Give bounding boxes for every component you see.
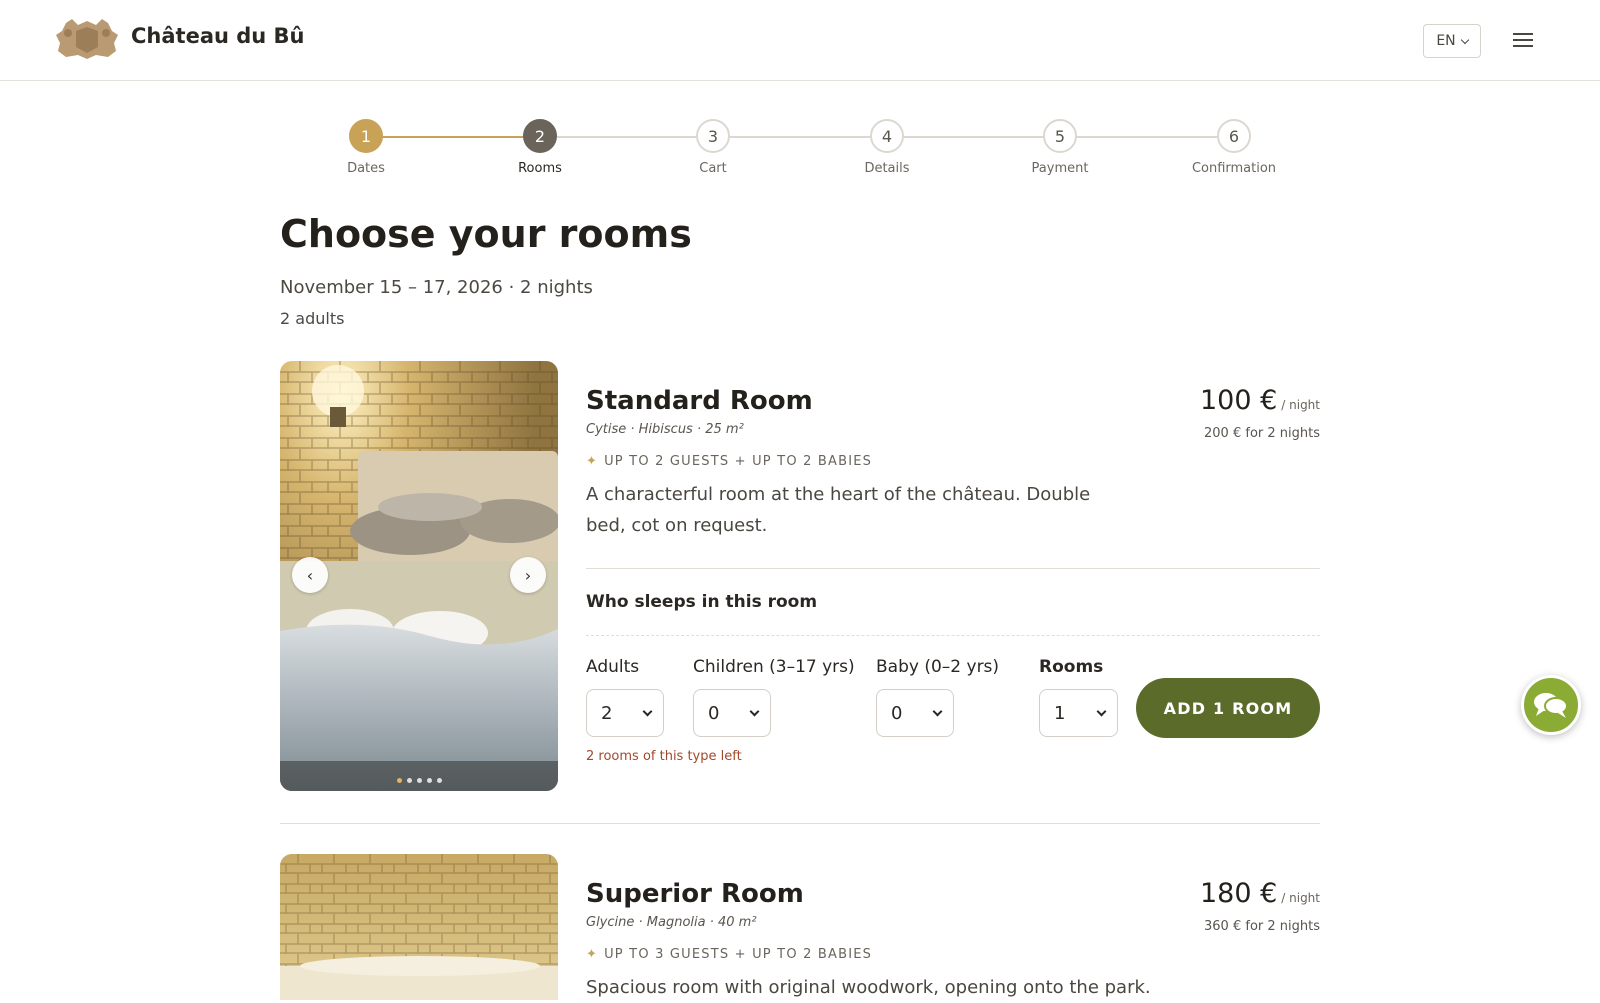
guest-count: 2 adults	[280, 309, 345, 328]
step-dates[interactable]: 1 Dates	[306, 119, 426, 176]
adults-select[interactable]: 2	[586, 689, 664, 737]
carousel-dot[interactable]	[416, 778, 422, 783]
booking-stepper: 1 Dates 2 Rooms 3 Cart 4 Details 5 Payme…	[280, 119, 1320, 179]
chevron-down-icon	[932, 706, 943, 716]
site-header: Château du Bû EN	[0, 0, 1600, 81]
adults-value: 2	[601, 702, 613, 724]
room-price: 100 € / night 200 € for 2 nights	[1200, 385, 1320, 441]
price-total: 360 € for 2 nights	[1204, 919, 1320, 934]
baby-label: Baby (0–2 yrs)	[876, 657, 1000, 677]
rooms-value: 1	[1054, 702, 1066, 724]
room-price: 180 € / night 360 € for 2 nights	[1200, 878, 1320, 934]
hamburger-menu-icon[interactable]	[1513, 33, 1533, 48]
children-value: 0	[708, 702, 720, 724]
chevron-down-icon	[1096, 706, 1107, 716]
step-cart: 3 Cart	[653, 119, 773, 176]
rooms-select[interactable]: 1	[1039, 689, 1118, 737]
chateau-crest-logo[interactable]	[52, 17, 122, 61]
room-photo-carousel[interactable]	[280, 854, 558, 1000]
carousel-dot[interactable]	[406, 778, 412, 783]
room-capacity: ✦ UP TO 3 GUESTS + UP TO 2 BABIES	[586, 947, 872, 962]
step-label: Payment	[1031, 161, 1089, 176]
carousel-dots	[280, 778, 558, 783]
page-title: Choose your rooms	[280, 212, 692, 256]
room-capacity: ✦ UP TO 2 GUESTS + UP TO 2 BABIES	[586, 454, 872, 469]
add-room-button[interactable]: ADD 1 ROOM	[1136, 678, 1320, 738]
chevron-right-icon[interactable]: ›	[510, 557, 546, 593]
room-subtitle: Cytise · Hibiscus · 25 m²	[586, 422, 744, 437]
divider	[586, 568, 1320, 569]
price-unit: / night	[1281, 398, 1320, 412]
price-unit: / night	[1281, 891, 1320, 905]
step-payment: 5 Payment	[1000, 119, 1120, 176]
chevron-left-icon[interactable]: ‹	[292, 557, 328, 593]
adults-label: Adults	[586, 657, 640, 677]
step-label: Cart	[699, 161, 727, 176]
room-name: Standard Room	[586, 386, 813, 416]
step-confirmation: 6 Confirmation	[1174, 119, 1294, 176]
children-select[interactable]: 0	[693, 689, 771, 737]
room-description: Spacious room with original woodwork, op…	[586, 977, 1151, 998]
room-photo-carousel[interactable]: ‹ ›	[280, 361, 558, 791]
stay-dates: November 15 – 17, 2026 · 2 nights	[280, 277, 593, 298]
step-number: 5	[1043, 119, 1077, 153]
step-number: 6	[1217, 119, 1251, 153]
step-label: Confirmation	[1191, 161, 1277, 176]
step-label: Rooms	[518, 161, 562, 176]
room-name: Superior Room	[586, 879, 804, 909]
sparkle-icon: ✦	[586, 454, 599, 469]
brand-name[interactable]: Château du Bû	[131, 24, 305, 48]
step-label: Details	[864, 161, 910, 176]
price-total: 200 € for 2 nights	[1204, 426, 1320, 441]
rooms-label: Rooms	[1039, 657, 1104, 677]
step-number: 1	[349, 119, 383, 153]
price-per-night: 100 €	[1199, 385, 1278, 416]
room-photo	[280, 854, 558, 1000]
children-label: Children (3–17 yrs)	[693, 657, 855, 677]
chevron-down-icon	[642, 706, 653, 716]
language-selector[interactable]: EN	[1423, 24, 1481, 58]
price-per-night: 180 €	[1199, 878, 1278, 909]
carousel-dot[interactable]	[426, 778, 432, 783]
capacity-text: UP TO 2 GUESTS + UP TO 2 BABIES	[604, 454, 873, 469]
room-separator	[280, 823, 1320, 824]
capacity-text: UP TO 3 GUESTS + UP TO 2 BABIES	[604, 947, 873, 962]
chevron-down-icon	[1460, 35, 1469, 44]
baby-value: 0	[891, 702, 903, 724]
chat-bubbles-icon[interactable]	[1521, 675, 1581, 735]
language-label: EN	[1436, 33, 1456, 49]
step-rooms[interactable]: 2 Rooms	[480, 119, 600, 176]
availability-note: 2 rooms of this type left	[586, 749, 742, 764]
room-subtitle: Glycine · Magnolia · 40 m²	[586, 915, 757, 930]
carousel-dot[interactable]	[436, 778, 442, 783]
baby-select[interactable]: 0	[876, 689, 954, 737]
divider	[586, 635, 1320, 636]
step-label: Dates	[347, 161, 385, 176]
sparkle-icon: ✦	[586, 947, 599, 962]
who-sleeps-heading: Who sleeps in this room	[586, 592, 818, 612]
step-number: 2	[523, 119, 557, 153]
room-description: A characterful room at the heart of the …	[586, 484, 1091, 536]
step-number: 3	[696, 119, 730, 153]
chevron-down-icon	[749, 706, 760, 716]
step-details: 4 Details	[827, 119, 947, 176]
carousel-dot[interactable]	[396, 778, 402, 783]
step-number: 4	[870, 119, 904, 153]
